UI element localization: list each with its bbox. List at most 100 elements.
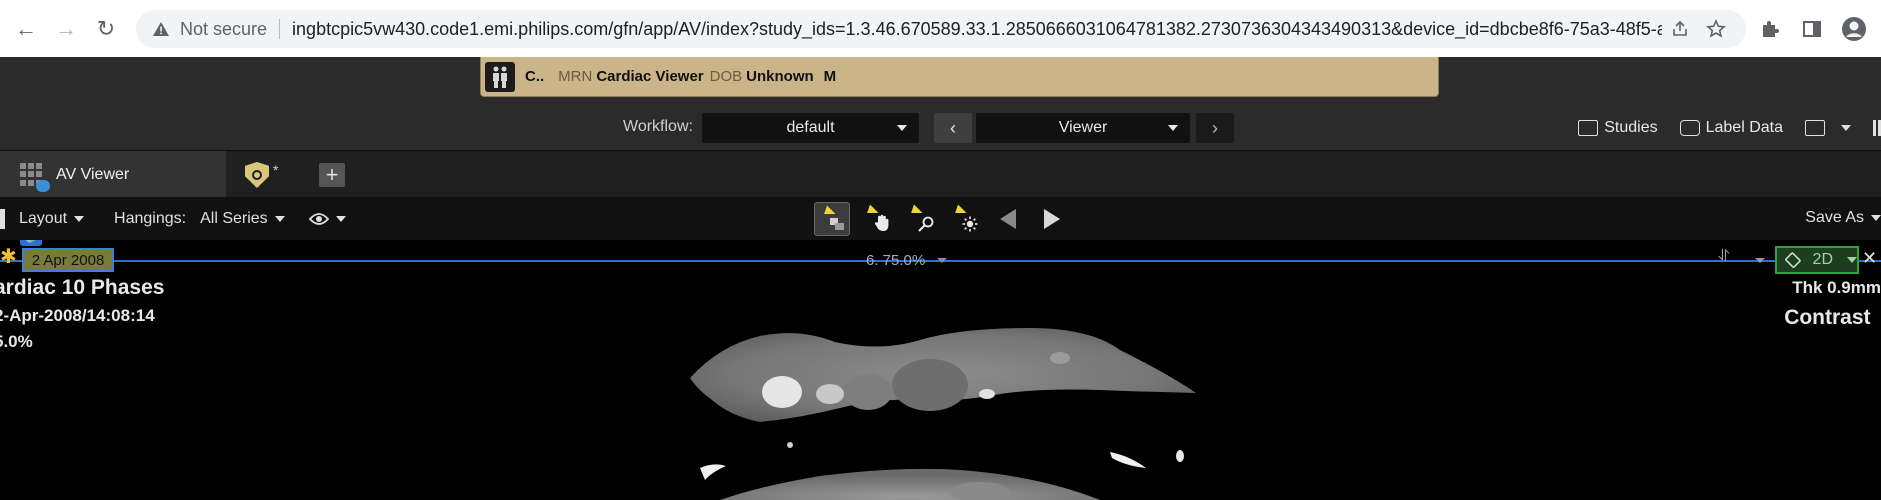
reload-icon[interactable]: ↻ bbox=[86, 9, 126, 49]
url-text[interactable]: ingbtcpic5vw430.code1.emi.philips.com/gf… bbox=[292, 19, 1662, 40]
anchor-icon[interactable]: ⚓ bbox=[20, 240, 42, 246]
stage-value: Viewer bbox=[1058, 119, 1108, 136]
workflow-label: Workflow: bbox=[623, 118, 693, 135]
hangings-label: Hangings: bbox=[114, 209, 187, 227]
patient-sex: M bbox=[823, 68, 837, 85]
next-image-button[interactable] bbox=[1034, 202, 1070, 236]
address-bar[interactable]: Not secure ingbtcpic5vw430.code1.emi.phi… bbox=[136, 10, 1746, 48]
layers-icon bbox=[1784, 251, 1802, 269]
triangle-right-icon bbox=[1044, 209, 1060, 229]
security-status: Not secure bbox=[180, 18, 268, 39]
forward-arrow-icon[interactable]: → bbox=[46, 9, 86, 49]
warning-icon[interactable] bbox=[150, 18, 172, 40]
hangings-dropdown[interactable]: All Series bbox=[200, 210, 285, 228]
viewer-toolbar: Layout Hangings: All Series Save As bbox=[0, 197, 1881, 240]
app-header: C.. MRN Cardiac Viewer DOB Unknown M Wor… bbox=[0, 57, 1881, 150]
chevron-down-icon bbox=[1168, 125, 1178, 131]
zoom-level-text: 6. 75.0% bbox=[866, 252, 926, 269]
overlay-left: ardiac 10 Phases 2-Apr-2008/14:08:14 5.0… bbox=[0, 276, 164, 352]
browser-actions bbox=[1751, 10, 1873, 48]
patient-figure-icon bbox=[485, 61, 515, 92]
chevron-down-icon bbox=[335, 215, 346, 222]
layout-panel-button[interactable] bbox=[1805, 120, 1851, 136]
chevron-down-icon bbox=[897, 125, 907, 131]
phase-percent: 5.0% bbox=[0, 332, 33, 351]
patient-name: C.. bbox=[525, 68, 545, 85]
header-actions: Studies Label Data bbox=[1578, 107, 1881, 149]
patient-banner: C.. MRN Cardiac Viewer DOB Unknown M bbox=[480, 57, 1439, 97]
divider bbox=[279, 19, 281, 39]
angle-tool-icon[interactable]: ⥯ bbox=[1718, 248, 1738, 270]
ct-scan-image bbox=[690, 328, 1196, 500]
key-image-star-icon[interactable]: ✱ bbox=[0, 244, 17, 269]
view-mode-label: 2D bbox=[1812, 251, 1833, 268]
layout-menu[interactable]: Layout bbox=[19, 209, 85, 228]
studies-icon bbox=[1578, 120, 1599, 136]
triangle-left-icon bbox=[1000, 209, 1016, 229]
view-mode-badge[interactable]: 2D bbox=[1775, 246, 1859, 274]
tab-label: AV Viewer bbox=[56, 165, 130, 183]
label-data-label: Label Data bbox=[1705, 119, 1783, 136]
study-date-chip[interactable]: 2 Apr 2008 bbox=[22, 248, 114, 272]
eye-icon bbox=[308, 212, 329, 225]
app-grid-icon bbox=[20, 162, 50, 192]
contrast-label: Contrast bbox=[1784, 306, 1871, 329]
slice-thickness: Thk 0.9mm bbox=[1792, 278, 1881, 297]
workflow-value: default bbox=[786, 119, 835, 136]
pan-tool-button[interactable] bbox=[858, 202, 894, 236]
side-panel-icon[interactable] bbox=[1793, 10, 1831, 48]
workflow-bar: Workflow: default ‹ Viewer › Studies Lab… bbox=[0, 107, 1881, 149]
label-data-icon bbox=[1679, 120, 1700, 136]
save-as-menu[interactable]: Save As bbox=[1805, 209, 1881, 227]
more-settings-button[interactable] bbox=[1873, 120, 1881, 136]
panel-edge bbox=[0, 208, 5, 229]
settings-icon bbox=[1873, 120, 1881, 136]
magnifier-icon bbox=[918, 216, 934, 232]
chevron-down-icon bbox=[1847, 257, 1857, 263]
browser-toolbar: ← → ↻ Not secure ingbtcpic5vw430.code1.e… bbox=[0, 0, 1881, 57]
chevron-down-icon bbox=[74, 215, 85, 222]
profile-avatar-icon[interactable] bbox=[1835, 10, 1873, 48]
select-tool-button[interactable] bbox=[814, 202, 850, 236]
stack-icon bbox=[830, 218, 844, 230]
tab-av-viewer[interactable]: AV Viewer bbox=[0, 151, 226, 198]
tab-modified-marker: * bbox=[273, 162, 279, 178]
toolbar-left: Layout Hangings: All Series bbox=[0, 197, 346, 240]
save-as-label: Save As bbox=[1805, 209, 1864, 226]
image-viewport[interactable]: ✱ ⚓ 2 Apr 2008 6. 75.0% ⥯ 2D ✕ ardiac 10… bbox=[0, 240, 1881, 500]
hangings-value: All Series bbox=[200, 209, 268, 227]
next-stage-button[interactable]: › bbox=[1196, 113, 1234, 143]
back-arrow-icon[interactable]: ← bbox=[6, 9, 46, 49]
stage-dropdown[interactable]: Viewer bbox=[976, 113, 1190, 143]
mrn-label: MRN bbox=[558, 68, 593, 85]
previous-stage-button[interactable]: ‹ bbox=[934, 113, 972, 143]
chevron-down-icon[interactable] bbox=[937, 258, 947, 263]
acquisition-datetime: 2-Apr-2008/14:08:14 bbox=[0, 306, 155, 325]
window-level-tool-button[interactable] bbox=[946, 202, 982, 236]
visibility-menu[interactable] bbox=[308, 212, 346, 226]
tab-secondary[interactable]: * bbox=[245, 161, 295, 189]
study-name: Cardiac Viewer bbox=[596, 68, 704, 85]
zoom-tool-button[interactable] bbox=[902, 202, 938, 236]
shield-icon bbox=[245, 162, 269, 188]
overlay-right: Thk 0.9mm Contrast bbox=[1784, 278, 1881, 330]
hand-icon bbox=[874, 214, 889, 231]
tool-group bbox=[814, 201, 1070, 237]
layout-label: Layout bbox=[19, 209, 68, 227]
label-data-button[interactable]: Label Data bbox=[1679, 119, 1783, 137]
workflow-dropdown[interactable]: default bbox=[702, 113, 919, 143]
dob-label: DOB bbox=[709, 68, 743, 85]
studies-button[interactable]: Studies bbox=[1578, 119, 1658, 137]
panel-layout-icon bbox=[1805, 120, 1825, 136]
close-icon[interactable]: ✕ bbox=[1862, 248, 1877, 269]
bookmark-star-icon[interactable] bbox=[1698, 11, 1734, 47]
dob-value: Unknown bbox=[746, 68, 814, 85]
extensions-icon[interactable] bbox=[1751, 10, 1789, 48]
tab-bar: AV Viewer * + bbox=[0, 150, 1881, 198]
previous-image-button[interactable] bbox=[990, 202, 1026, 236]
chevron-down-icon bbox=[274, 215, 285, 222]
share-icon[interactable] bbox=[1662, 11, 1698, 47]
add-tab-button[interactable]: + bbox=[319, 162, 345, 187]
chevron-down-icon[interactable] bbox=[1755, 258, 1765, 263]
chevron-down-icon bbox=[1871, 215, 1881, 221]
